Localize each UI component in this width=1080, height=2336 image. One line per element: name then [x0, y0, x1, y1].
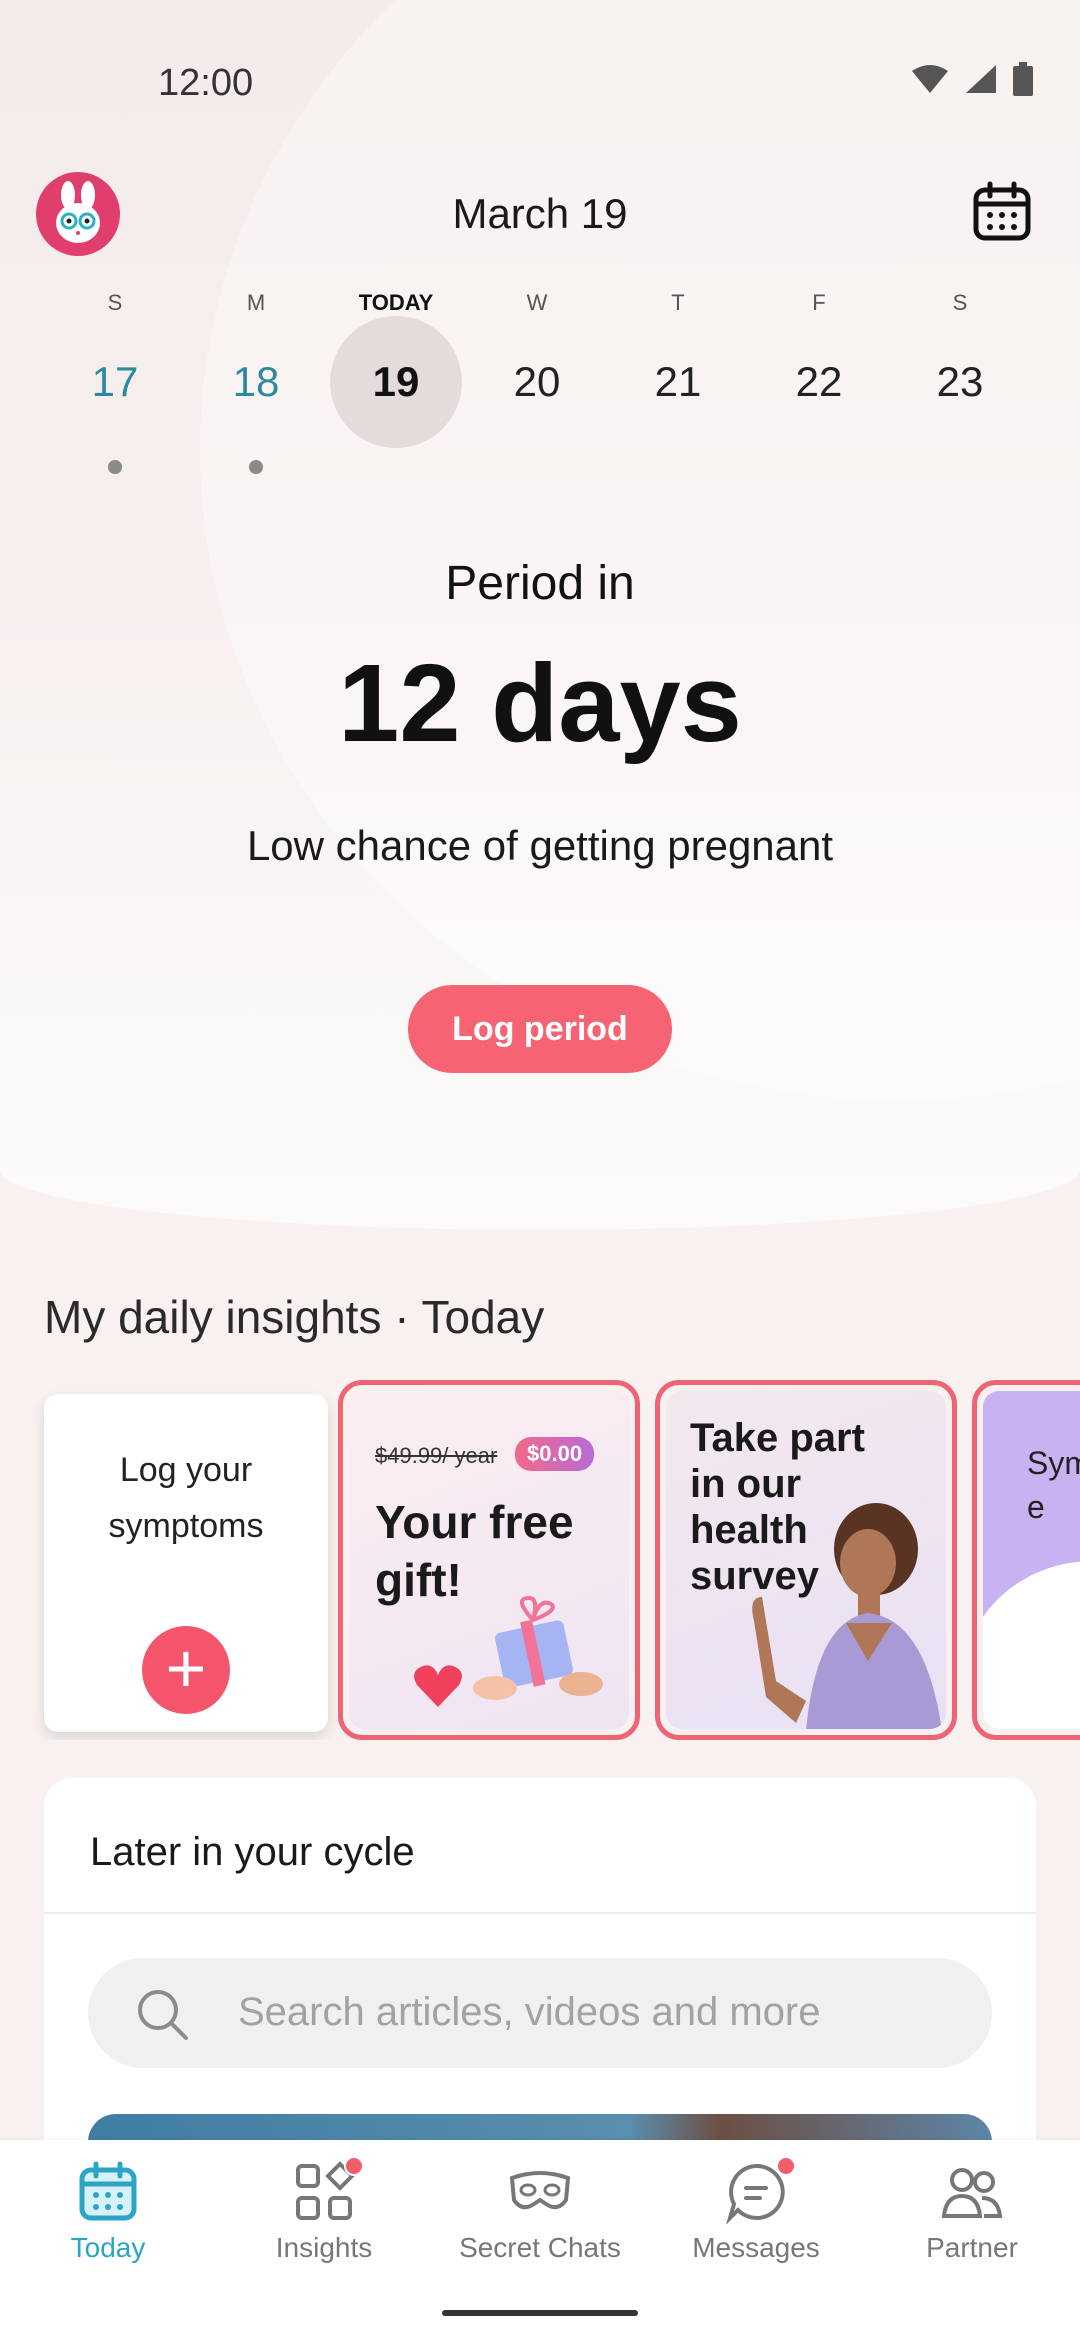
day-18[interactable]: M 18 — [186, 288, 326, 474]
section-divider — [44, 1912, 1036, 1914]
period-in-label: Period in — [445, 557, 635, 610]
logged-dot — [249, 460, 263, 474]
log-symptoms-label: Log your symptoms — [108, 1451, 264, 1545]
search-placeholder: Search articles, videos and more — [238, 1990, 821, 2034]
chat-icon — [724, 2156, 796, 2225]
daily-insights-title: My daily insights · Today — [44, 1291, 545, 1343]
day-of-week-label: F — [812, 290, 826, 315]
day-number: 20 — [513, 358, 561, 405]
day-23[interactable]: S 23 — [890, 288, 1030, 480]
nav-label: Today — [70, 2232, 146, 2263]
day-20[interactable]: W 20 — [467, 288, 607, 480]
calendar-button[interactable] — [970, 180, 1034, 244]
day-of-week-label: TODAY — [358, 290, 434, 315]
nav-label: Secret Chats — [459, 2232, 621, 2263]
day-number: 22 — [795, 358, 843, 405]
day-21[interactable]: T 21 — [608, 288, 748, 480]
gift-card-title: Your free gift! — [375, 1496, 574, 1606]
free-gift-card[interactable]: $49.99/ year $0.00 Your free gift! — [338, 1380, 640, 1740]
status-bar: 12:00 — [0, 0, 1080, 160]
nav-label: Messages — [692, 2232, 820, 2263]
wifi-icon — [912, 65, 948, 93]
battery-icon — [1013, 62, 1033, 96]
day-of-week-label: S — [107, 290, 123, 315]
day-of-week-label: T — [671, 290, 685, 315]
symptoms-card-inner: Sym e — [983, 1391, 1080, 1729]
day-19-today[interactable]: TODAY 19 — [326, 288, 466, 480]
day-22[interactable]: F 22 — [749, 288, 889, 480]
nav-messages[interactable]: Messages — [648, 2156, 864, 2264]
symptoms-card-text: Sym e — [1027, 1445, 1080, 1525]
health-survey-card[interactable]: Take part in our health survey — [655, 1380, 957, 1740]
gift-box-icon — [473, 1596, 603, 1700]
day-17[interactable]: S 17 — [45, 288, 185, 474]
period-countdown: 12 days — [338, 642, 742, 765]
day-number: 23 — [936, 358, 984, 405]
hero-swoosh — [200, 0, 1080, 1100]
header-date-title: March 19 — [452, 190, 628, 237]
nav-secret-chats[interactable]: Secret Chats — [432, 2160, 648, 2264]
later-in-cycle-title: Later in your cycle — [90, 1830, 415, 1874]
nav-partner[interactable]: Partner — [864, 2160, 1080, 2264]
day-of-week-label: W — [526, 290, 548, 315]
calendar-icon — [973, 181, 1031, 241]
status-time: 12:00 — [158, 62, 254, 104]
nav-label: Partner — [926, 2232, 1018, 2263]
pregnancy-chance-text: Low chance of getting pregnant — [246, 822, 834, 869]
nav-label: Insights — [275, 2232, 373, 2263]
calendar-icon — [76, 2160, 140, 2224]
price-badge: $0.00 — [515, 1437, 595, 1471]
logged-dot — [108, 460, 122, 474]
later-in-cycle-section: Later in your cycle Search articles, vid… — [44, 1778, 1036, 2194]
bottom-navigation: Today Insights Secret Chats Messages Par… — [0, 2140, 1080, 2336]
nav-today[interactable]: Today — [0, 2160, 216, 2264]
add-symptom-button[interactable]: + — [142, 1626, 230, 1714]
day-of-week-label: S — [952, 290, 968, 315]
grid-icon — [292, 2156, 364, 2224]
card-white-shape — [983, 1561, 1080, 1729]
partner-icon — [940, 2160, 1004, 2224]
notification-dot — [344, 2156, 364, 2176]
log-period-button[interactable]: Log period — [408, 985, 672, 1073]
day-number: 17 — [91, 358, 139, 405]
search-input[interactable]: Search articles, videos and more — [88, 1958, 992, 2068]
symptoms-card-partial[interactable]: Sym e — [972, 1380, 1080, 1740]
nav-insights[interactable]: Insights — [216, 2156, 432, 2264]
search-icon — [138, 1990, 188, 2040]
health-survey-card-inner: Take part in our health survey — [666, 1391, 946, 1729]
free-gift-card-inner: $49.99/ year $0.00 Your free gift! — [349, 1391, 629, 1729]
mask-icon — [508, 2160, 572, 2224]
status-icons — [910, 62, 1034, 96]
notification-dot — [776, 2156, 796, 2176]
woman-illustration — [752, 1503, 942, 1729]
day-number: 21 — [654, 358, 702, 405]
old-price: $49.99/ year — [375, 1443, 498, 1468]
heart-icon — [414, 1665, 462, 1707]
day-of-week-label: M — [246, 290, 266, 315]
log-symptoms-card[interactable]: Log your symptoms + — [44, 1394, 328, 1732]
home-indicator[interactable] — [442, 2310, 638, 2316]
signal-icon — [966, 65, 996, 93]
day-number: 19 — [330, 316, 462, 448]
day-number: 18 — [232, 358, 280, 405]
insights-carousel[interactable]: Log your symptoms + $49.99/ year $0.00 Y… — [0, 1380, 1080, 1740]
